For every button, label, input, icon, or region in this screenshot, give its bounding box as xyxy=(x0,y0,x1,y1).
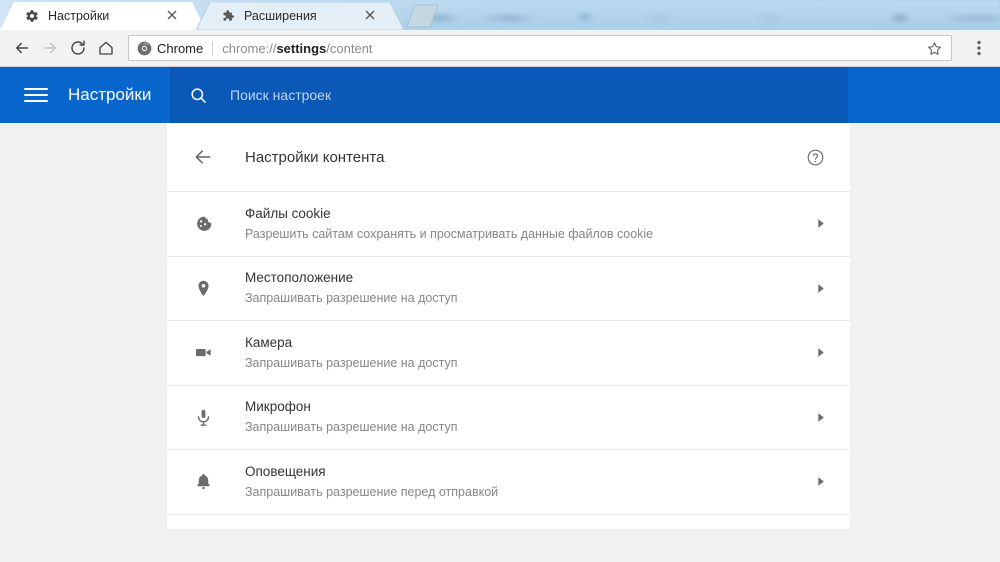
row-subtitle: Запрашивать разрешение перед отправкой xyxy=(245,484,499,499)
row-subtitle: Запрашивать разрешение на доступ xyxy=(245,355,458,370)
row-subtitle: Запрашивать разрешение на доступ xyxy=(245,291,458,306)
row-text: Камера Запрашивать разрешение на доступ xyxy=(245,333,812,373)
help-icon[interactable] xyxy=(804,146,826,168)
tab-strip: Настройки Расширения xyxy=(0,0,1000,30)
row-title: Микрофон xyxy=(245,399,311,415)
location-pin-icon xyxy=(191,276,215,300)
gear-icon xyxy=(24,8,40,24)
url-prefix: chrome:// xyxy=(222,40,277,56)
hamburger-line xyxy=(24,94,48,96)
close-icon[interactable] xyxy=(166,8,182,24)
tab-title: Расширения xyxy=(244,9,317,23)
url-suffix: /content xyxy=(326,40,373,56)
puzzle-piece-icon xyxy=(220,8,236,24)
settings-search-box[interactable]: Поиск настроек xyxy=(170,67,848,123)
row-subtitle: Разрешить сайтам сохранять и просматрива… xyxy=(245,226,654,241)
row-subtitle: Запрашивать разрешение на доступ xyxy=(245,420,458,435)
reload-icon[interactable] xyxy=(64,34,92,62)
hamburger-line xyxy=(24,100,48,102)
settings-row-location[interactable]: Местоположение Запрашивать разрешение на… xyxy=(167,255,850,321)
bookmark-star-icon[interactable] xyxy=(923,37,945,59)
tab-title: Настройки xyxy=(48,9,110,23)
settings-row-camera[interactable]: Камера Запрашивать разрешение на доступ xyxy=(167,320,850,385)
cookie-icon xyxy=(191,212,215,236)
omnibox-divider xyxy=(212,40,214,56)
row-text: JavaScript Разрешены xyxy=(245,526,812,529)
chrome-logo-icon xyxy=(137,41,152,56)
content-settings-card: Настройки контента Файлы cookie Разрешит… xyxy=(167,123,850,529)
hamburger-menu-icon[interactable] xyxy=(24,83,48,107)
browser-tab-settings[interactable]: Настройки xyxy=(0,2,206,30)
chevron-right-icon xyxy=(812,280,828,296)
hamburger-line xyxy=(24,88,48,90)
camera-icon xyxy=(191,341,215,365)
row-title: Камера xyxy=(245,334,293,350)
url-text: chrome://settings/content xyxy=(222,41,921,56)
row-title: Местоположение xyxy=(245,270,354,286)
home-icon[interactable] xyxy=(92,34,120,62)
back-arrow-icon[interactable] xyxy=(8,34,36,62)
row-text: Файлы cookie Разрешить сайтам сохранять … xyxy=(245,204,812,244)
address-bar[interactable]: Chrome chrome://settings/content xyxy=(128,35,952,61)
content-settings-header: Настройки контента xyxy=(167,123,850,191)
row-text: Микрофон Запрашивать разрешение на досту… xyxy=(245,397,812,437)
bell-icon xyxy=(191,470,215,494)
new-tab-button[interactable] xyxy=(405,4,439,28)
chevron-right-icon xyxy=(812,216,828,232)
row-title: Оповещения xyxy=(245,463,326,479)
settings-title: Настройки xyxy=(68,85,152,104)
forward-arrow-icon xyxy=(36,34,64,62)
settings-row-notifications[interactable]: Оповещения Запрашивать разрешение перед … xyxy=(167,449,850,514)
settings-header-bar: Настройки Поиск настроек xyxy=(0,67,1000,123)
row-title: JavaScript xyxy=(245,528,308,529)
settings-content-area: Настройки контента Файлы cookie Разрешит… xyxy=(0,123,1000,529)
chevron-right-icon xyxy=(812,409,828,425)
settings-row-microphone[interactable]: Микрофон Запрашивать разрешение на досту… xyxy=(167,384,850,450)
row-title: Файлы cookie xyxy=(245,205,331,221)
back-arrow-icon[interactable] xyxy=(191,145,215,169)
chevron-right-icon xyxy=(812,345,828,361)
search-icon xyxy=(188,85,208,105)
chevron-right-icon xyxy=(812,474,828,490)
security-chip-label: Chrome xyxy=(157,40,204,56)
search-input-placeholder: Поиск настроек xyxy=(230,87,332,103)
browser-toolbar: Chrome chrome://settings/content xyxy=(0,30,1000,67)
microphone-icon xyxy=(191,405,215,429)
background-window-blur xyxy=(400,0,1000,30)
page-title: Настройки контента xyxy=(245,148,385,166)
browser-tab-extensions[interactable]: Расширения xyxy=(196,2,404,30)
close-icon[interactable] xyxy=(364,8,380,24)
row-text: Оповещения Запрашивать разрешение перед … xyxy=(245,462,812,502)
three-dot-menu-icon[interactable] xyxy=(966,34,992,62)
url-bold-part: settings xyxy=(276,40,327,56)
settings-row-javascript[interactable]: JavaScript Разрешены xyxy=(167,513,850,529)
row-text: Местоположение Запрашивать разрешение на… xyxy=(245,268,812,308)
settings-row-cookies[interactable]: Файлы cookie Разрешить сайтам сохранять … xyxy=(167,191,850,256)
